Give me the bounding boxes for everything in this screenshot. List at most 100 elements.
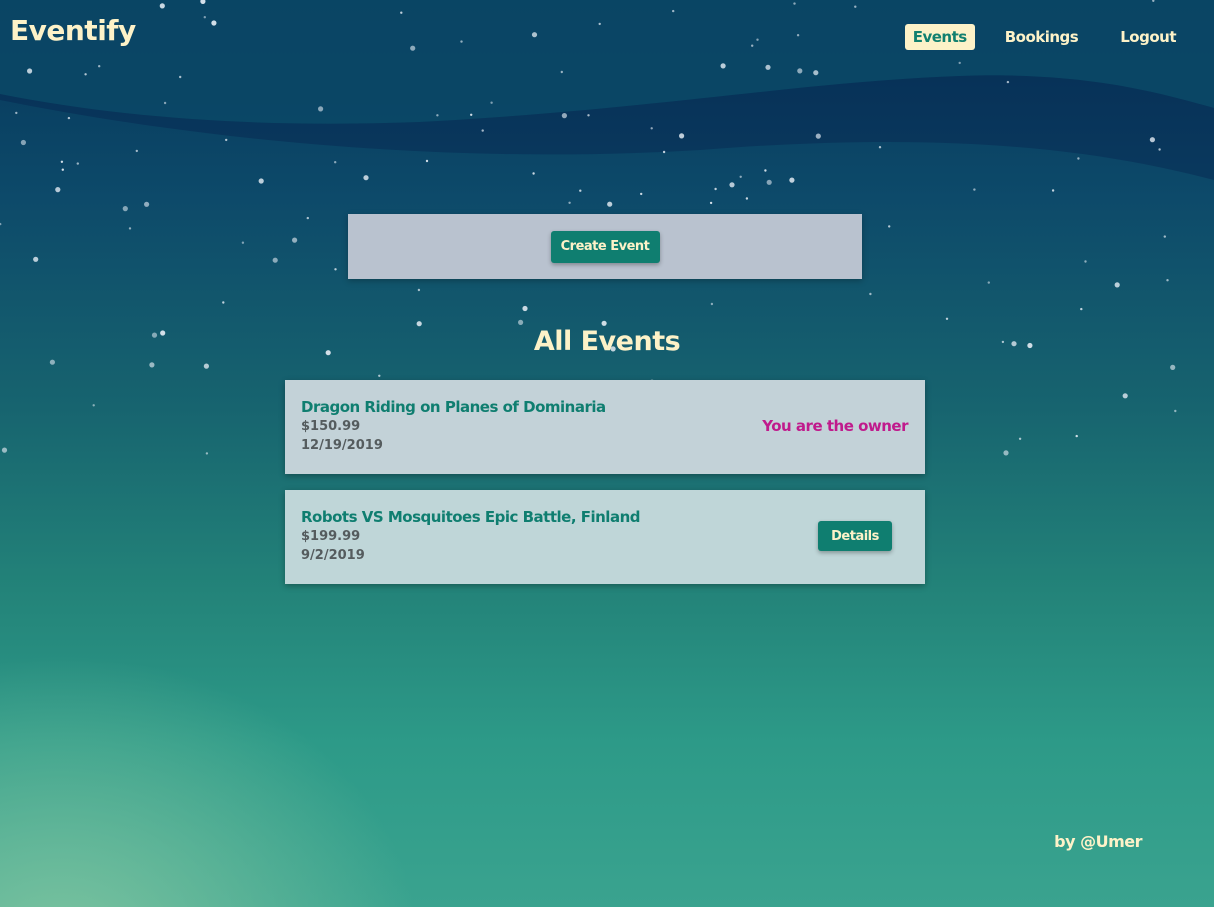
snow-dot [1003, 450, 1009, 456]
snow-dot [334, 268, 337, 271]
snow-dot [470, 113, 473, 117]
snow-dot [764, 169, 767, 172]
snow-dot [128, 227, 132, 230]
snow-dot [205, 452, 209, 455]
snow-dot [135, 149, 138, 153]
snow-dot [122, 206, 128, 212]
snow-dot [766, 179, 772, 185]
snow-dot [292, 237, 298, 243]
snow-dot [203, 363, 209, 369]
snow-dot [888, 225, 891, 228]
snow-dot [561, 113, 568, 119]
snow-dot [1077, 157, 1080, 160]
event-date: 12/19/2019 [301, 438, 383, 453]
snow-dot [272, 257, 278, 263]
snow-dot [1170, 364, 1176, 370]
event-card: Robots VS Mosquitoes Epic Battle, Finlan… [285, 490, 925, 584]
snow-dot [1006, 80, 1010, 84]
snow-dot [710, 302, 714, 306]
snow-dot [650, 127, 653, 130]
snow-dot [1122, 393, 1128, 399]
header: Eventify Events Bookings Logout [0, 0, 1214, 80]
snow-dot [568, 201, 571, 204]
snow-dot [481, 129, 484, 132]
snow-dot [1174, 409, 1177, 413]
snow-dot [973, 188, 976, 191]
snow-dot [225, 138, 228, 142]
snow-dot [490, 101, 493, 104]
create-event-panel: Create Event [348, 214, 862, 279]
snow-dot [76, 162, 80, 165]
snow-dot [49, 359, 56, 365]
snow-dot [163, 101, 167, 105]
snow-dot [306, 216, 309, 220]
snow-dot [945, 317, 949, 320]
snow-dot [1166, 279, 1169, 282]
snow-dot [241, 241, 245, 244]
snow-dot [1114, 282, 1120, 288]
snow-dot [640, 192, 643, 196]
snow-dot [61, 168, 64, 171]
snow-dot [1158, 148, 1161, 151]
event-card: Dragon Riding on Planes of Dominaria $15… [285, 380, 925, 474]
snow-dot [789, 177, 795, 183]
snow-dot [1084, 260, 1087, 263]
snow-dot [579, 189, 582, 192]
event-date: 9/2/2019 [301, 548, 365, 563]
snow-dot [60, 160, 64, 163]
snow-dot [1051, 189, 1055, 192]
snow-dot [709, 201, 713, 205]
details-button[interactable]: Details [818, 521, 892, 551]
snow-dot [222, 301, 225, 304]
section-title: All Events [533, 326, 681, 357]
nav-events[interactable]: Events [904, 24, 975, 50]
event-price: $150.99 [301, 419, 361, 434]
create-event-button[interactable]: Create Event [550, 230, 660, 263]
snow-dot [1080, 307, 1083, 311]
snow-dot [739, 175, 742, 178]
snow-dot [878, 146, 882, 149]
snow-dot [0, 222, 2, 226]
snow-dot [522, 305, 528, 312]
snow-dot [1018, 437, 1022, 440]
snow-dot [987, 281, 990, 284]
snow-dot [20, 139, 26, 146]
main-nav: Events Bookings Logout [904, 24, 1188, 50]
snow-dot [662, 150, 666, 154]
snow-dot [363, 175, 369, 181]
snow-dot [869, 292, 872, 296]
snow-dot [679, 133, 685, 139]
event-price: $199.99 [301, 529, 361, 544]
snow-dot [1, 447, 8, 453]
footer-credit: by @Umer [1054, 832, 1142, 851]
snow-dot [714, 187, 717, 191]
snow-dot [607, 201, 613, 207]
snow-dot [417, 288, 421, 292]
snow-dot [815, 133, 821, 139]
snow-dot [334, 161, 337, 164]
app-logo[interactable]: Eventify [10, 14, 136, 47]
snow-dot [67, 116, 71, 120]
snow-dot [425, 159, 429, 163]
event-title: Robots VS Mosquitoes Epic Battle, Finlan… [301, 508, 641, 526]
nav-logout[interactable]: Logout [1108, 24, 1188, 50]
snow-dot [745, 197, 749, 200]
snow-dot [258, 178, 264, 184]
owner-note: You are the owner [762, 417, 908, 435]
snow-dot [436, 114, 439, 117]
snow-dot [15, 111, 18, 115]
snow-dot [518, 319, 524, 325]
event-title: Dragon Riding on Planes of Dominaria [301, 398, 606, 416]
snow-dot [33, 256, 39, 262]
snow-dot [144, 201, 150, 207]
snow-dot [318, 106, 324, 112]
nav-bookings[interactable]: Bookings [993, 24, 1091, 50]
snow-dot [729, 182, 735, 188]
snow-dot [1075, 434, 1078, 438]
snow-dot [92, 404, 95, 407]
snow-dot [149, 362, 155, 368]
snow-dot [55, 187, 61, 193]
snow-dot [1149, 137, 1155, 143]
snow-dot [1163, 235, 1167, 238]
snow-dot [532, 172, 535, 175]
